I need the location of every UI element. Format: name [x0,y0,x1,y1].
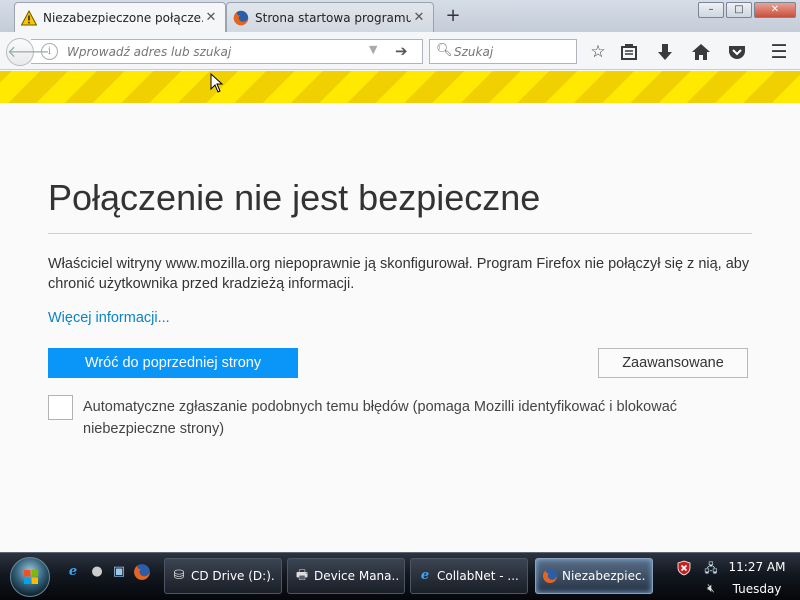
tab-title: Niezabezpieczone połącze... [43,10,203,25]
history-dropdown-icon[interactable]: ▼ [369,43,377,56]
bookmarks-menu-icon[interactable] [618,41,640,63]
error-description: Właściciel witryny www.mozilla.org niepo… [48,256,750,292]
network-icon[interactable]: 🖧︎ [703,560,719,576]
taskbar-item-cd-drive[interactable]: ⛁ CD Drive (D:)... [164,558,282,594]
go-arrow-icon[interactable]: ➔ [395,42,408,60]
ie-icon[interactable]: e [64,563,82,581]
back-button[interactable]: 🡐 [6,38,50,66]
taskbar-item-firefox[interactable]: Niezabezpiec... [535,558,653,594]
url-input[interactable] [67,42,367,61]
divider [48,233,752,234]
tab-insecure-connection[interactable]: Niezabezpieczone połącze... ✕ [14,2,226,32]
nav-toolbar: i ▼ ➔ 🡐 🔍︎ ☆ ☰ [0,32,800,70]
tab-start-page[interactable]: Strona startowa programu ... ✕ [226,2,434,32]
home-icon[interactable] [690,41,712,63]
disk-icon[interactable]: ● [88,563,106,581]
clock-day: Tuesday [732,582,782,596]
taskbar-item-collabnet[interactable]: e CollabNet - ... [410,558,528,594]
error-page: Połączenie nie jest bezpieczne Właścicie… [0,103,800,552]
downloads-icon[interactable] [654,41,676,63]
tab-title: Strona startowa programu ... [255,10,411,25]
hamburger-menu-icon[interactable]: ☰ [768,41,790,63]
pocket-icon[interactable] [726,41,748,63]
search-bar: 🔍︎ [429,39,577,64]
close-tab-icon[interactable]: ✕ [411,10,427,25]
search-input[interactable] [454,43,572,61]
bookmark-star-icon[interactable]: ☆ [587,41,609,63]
window-controls: – □ ✕ [696,2,796,18]
start-button[interactable] [10,557,50,597]
drive-icon: ⛁ [173,568,185,583]
taskbar: e ● ▣ ⛁ CD Drive (D:)... 🖶︎ Device Mana.… [0,552,800,600]
volume-muted-icon[interactable]: 🔇︎ [703,580,719,596]
clock-time: 11:27 AM [728,560,786,574]
page-title: Połączenie nie jest bezpieczne [48,177,541,218]
tab-strip: Niezabezpieczone połącze... ✕ Strona sta… [0,0,800,32]
learn-more-link[interactable]: Więcej informacji... [48,310,170,326]
warning-stripe [0,71,800,103]
report-errors-checkbox[interactable] [48,395,73,420]
minimize-button[interactable]: – [698,2,724,18]
warning-icon [21,9,37,25]
taskbar-item-device-manager[interactable]: 🖶︎ Device Mana... [287,558,405,594]
clock[interactable]: 11:27 AM Tuesday [727,558,787,598]
new-tab-button[interactable]: + [442,5,464,27]
url-bar: i ▼ ➔ [31,39,423,64]
firefox-icon[interactable] [133,563,151,581]
security-shield-icon[interactable] [676,560,692,576]
close-window-button[interactable]: ✕ [754,2,796,18]
search-icon: 🔍︎ [436,43,453,58]
go-back-button[interactable]: Wróć do poprzedniej strony [48,348,298,378]
ie-icon: e [420,568,430,583]
advanced-button[interactable]: Zaawansowane [598,348,748,378]
arrow-left-icon: 🡐 [7,42,50,61]
show-desktop-icon[interactable]: ▣ [110,563,128,581]
maximize-button[interactable]: □ [726,2,752,18]
windows-logo-icon [24,570,38,584]
close-tab-icon[interactable]: ✕ [203,10,219,25]
report-errors-label: Automatyczne zgłaszanie podobnych temu b… [83,399,678,437]
device-manager-icon: 🖶︎ [295,568,309,583]
firefox-icon [543,569,557,583]
mouse-cursor-icon [210,73,224,93]
firefox-icon [233,10,249,25]
